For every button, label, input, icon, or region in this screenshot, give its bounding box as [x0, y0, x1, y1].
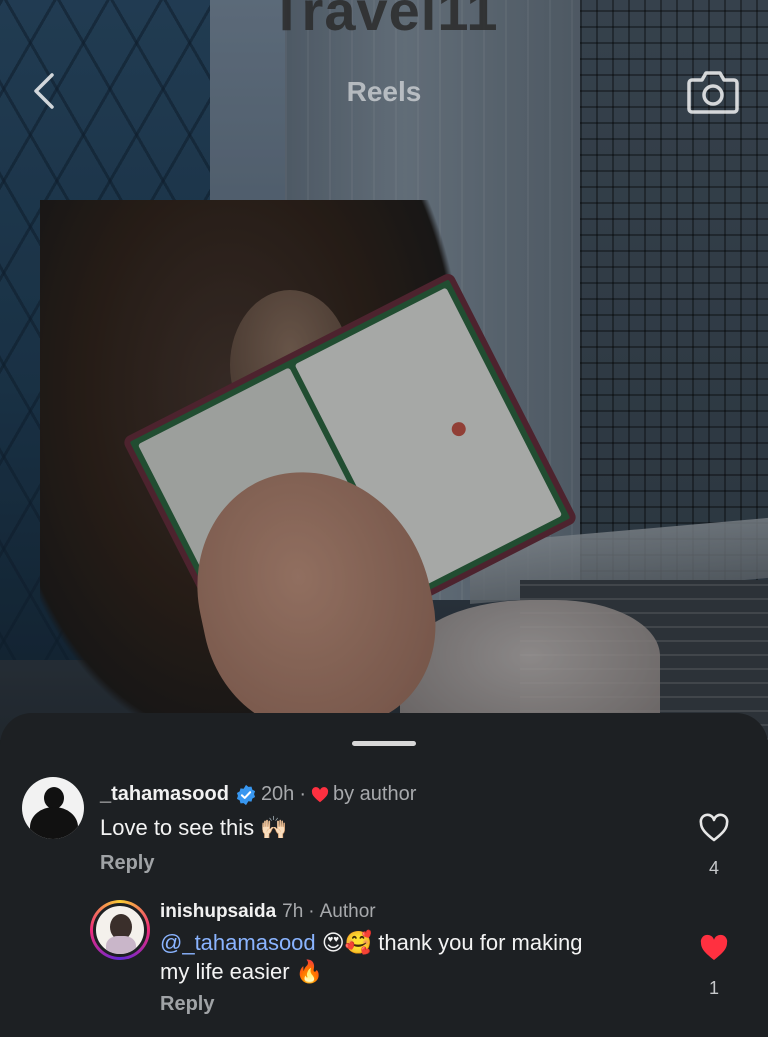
heart-icon — [311, 786, 329, 802]
comment-meta: _tahamasood 20h · by author — [100, 783, 416, 806]
avatar[interactable] — [22, 777, 84, 839]
comment-username[interactable]: _tahamasood — [100, 783, 229, 806]
reel-dim-overlay — [0, 0, 768, 740]
liked-by-author-label: by author — [332, 783, 417, 805]
comments-sheet: _tahamasood 20h · by author Love to see … — [0, 713, 768, 1037]
raising-hands-emoji: 🙌🏻 — [260, 816, 288, 841]
reels-title: Reels — [346, 76, 422, 107]
profile-title: Travel11 — [269, 0, 499, 42]
comment-text: @_tahamasood 😍🥰 thank you for making my … — [160, 930, 583, 985]
comment-like: 1 — [694, 933, 734, 999]
reel-video[interactable] — [0, 0, 768, 740]
meta-separator: · — [308, 901, 315, 922]
avatar-story-ring[interactable] — [90, 900, 150, 960]
reply-button[interactable]: Reply — [100, 852, 154, 875]
fire-emoji: 🔥 — [295, 960, 324, 985]
heart-outline-icon[interactable] — [698, 813, 730, 843]
like-count: 1 — [708, 978, 719, 998]
comment-username[interactable]: inishupsaida — [160, 901, 276, 923]
heart-filled-icon[interactable] — [698, 933, 730, 963]
reply-button[interactable]: Reply — [160, 993, 214, 1016]
meta-separator: · — [299, 783, 306, 805]
comment-like: 4 — [694, 813, 734, 879]
sheet-grabber-handle[interactable] — [352, 741, 416, 746]
verified-badge-icon — [236, 784, 256, 805]
camera-button[interactable] — [686, 66, 740, 116]
comment-text: Love to see this 🙌🏻 — [100, 815, 288, 841]
heart-eyes-emoji: 😍🥰 — [321, 931, 373, 956]
comment-time: 20h — [260, 783, 295, 805]
comment-time: 7h — [282, 901, 304, 922]
author-label: Author — [319, 901, 376, 922]
camera-icon — [687, 71, 739, 114]
like-count: 4 — [708, 858, 719, 878]
mention-link[interactable]: @_tahamasood — [160, 930, 316, 955]
comment-meta: inishupsaida 7h · Author — [160, 901, 376, 923]
